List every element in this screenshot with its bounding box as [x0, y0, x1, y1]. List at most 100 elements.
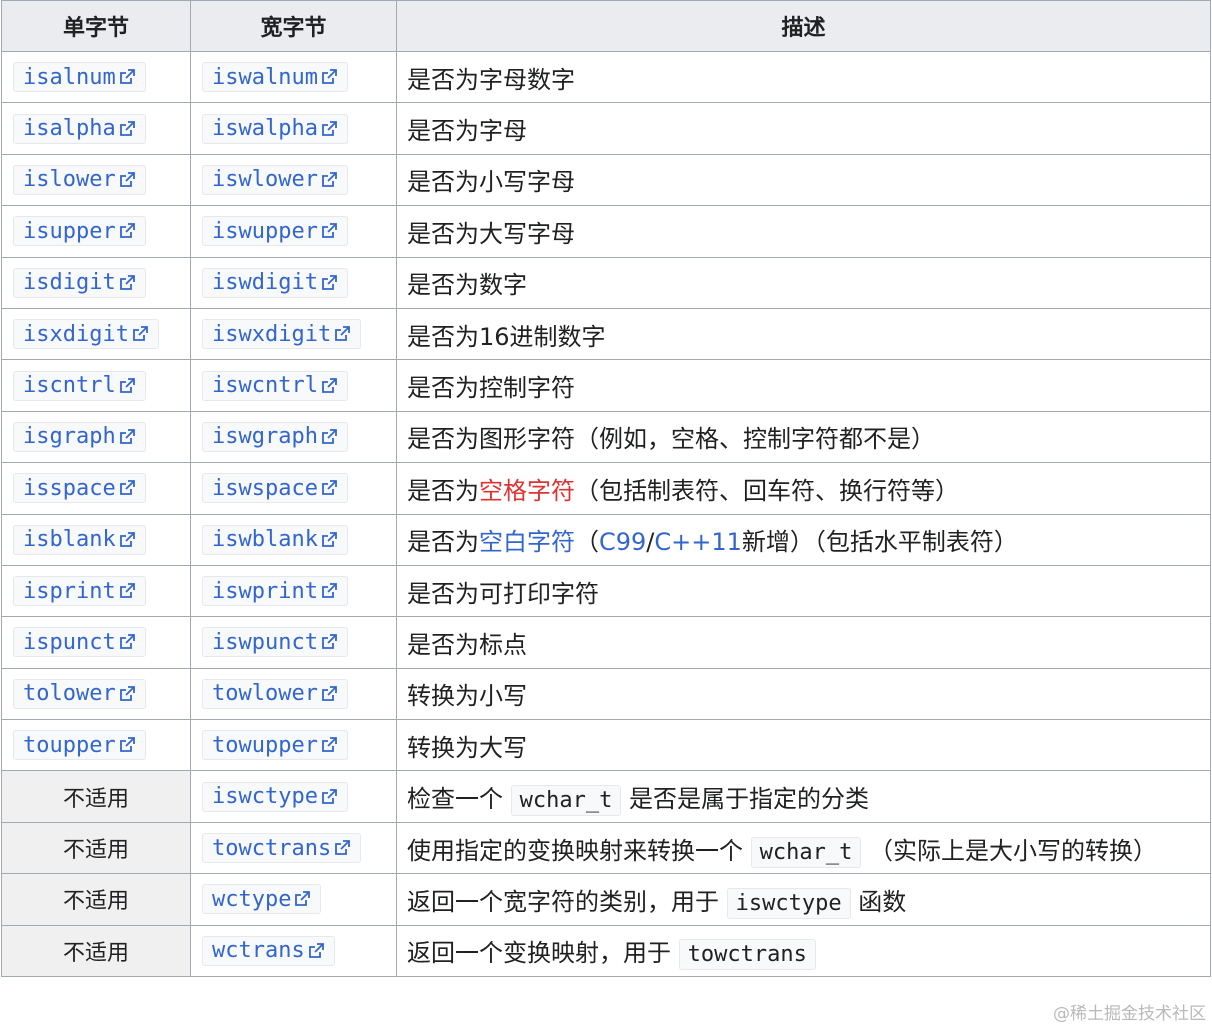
single-byte-function-link[interactable]: isxdigit [13, 319, 159, 350]
wide-byte-function-link[interactable]: iswupper [202, 216, 348, 247]
description-text: 是否为数字 [407, 271, 527, 300]
table-row: 不适用 wctype 返回一个宽字符的类别，用于 iswctype 函数 [1, 873, 1211, 926]
single-byte-function-link[interactable]: isalnum [13, 62, 146, 93]
single-byte-function-link[interactable]: isupper [13, 216, 146, 247]
function-name: isprint [23, 578, 116, 604]
wide-byte-function-link[interactable]: wctype [202, 884, 322, 915]
function-name: iswpunct [212, 629, 318, 655]
single-byte-function-link[interactable]: isdigit [13, 267, 146, 298]
watermark: @稀土掘金技术社区 [1053, 1004, 1206, 1024]
function-name: iswalnum [212, 64, 318, 90]
wide-byte-function-link[interactable]: iswprint [202, 576, 348, 607]
description-text: 新增）（包括水平制表符） [741, 528, 1018, 557]
description-text: 是否是属于指定的分类 [629, 785, 869, 814]
wide-byte-cell: iswctype [190, 770, 397, 823]
wide-byte-function-link[interactable]: iswpunct [202, 627, 348, 658]
description-text: 检查一个 [407, 785, 503, 814]
description-cell: 是否为小写字母 [396, 153, 1211, 207]
wide-byte-function-link[interactable]: iswspace [202, 473, 348, 504]
wide-byte-cell: iswdigit [190, 256, 397, 309]
single-byte-cell: isspace [1, 462, 191, 515]
wide-byte-function-link[interactable]: iswblank [202, 524, 348, 555]
wide-byte-function-link[interactable]: wctrans [202, 935, 335, 966]
table-row: isupper iswupper 是否为大写字母 [1, 205, 1211, 258]
inline-code: towctrans [678, 939, 816, 971]
wide-byte-function-link[interactable]: iswxdigit [202, 319, 362, 350]
function-name: towctrans [212, 835, 332, 861]
single-byte-function-link[interactable]: isgraph [13, 421, 146, 452]
description-cell: 是否为标点 [396, 616, 1211, 669]
function-name: towupper [212, 732, 318, 758]
blank-char-link[interactable]: 空白字符 [479, 528, 575, 556]
function-name: wctype [212, 886, 292, 912]
single-byte-cell: isgraph [1, 410, 191, 464]
c99-link[interactable]: C99 [599, 528, 646, 556]
table-row: isprint iswprint 是否为可打印字符 [1, 564, 1211, 618]
external-link-icon [118, 377, 136, 395]
description-text: 返回一个宽字符的类别，用于 [407, 887, 719, 916]
wide-byte-cell: towctrans [190, 821, 397, 875]
function-name: isalnum [23, 64, 116, 90]
header-wide-byte: 宽字节 [190, 0, 397, 52]
external-link-icon [118, 736, 136, 754]
external-link-icon [320, 531, 338, 549]
single-byte-cell: isupper [1, 205, 191, 258]
single-byte-function-link[interactable]: toupper [13, 730, 146, 761]
wide-byte-function-link[interactable]: iswctype [202, 781, 348, 812]
wide-byte-cell: iswalpha [190, 102, 397, 155]
description-cell: 返回一个宽字符的类别，用于 iswctype 函数 [396, 873, 1211, 926]
wide-byte-function-link[interactable]: towlower [202, 678, 348, 709]
external-link-icon [118, 222, 136, 240]
description-cell: 是否为空白字符（C99/C++11新增）（包括水平制表符） [396, 513, 1211, 566]
function-name: iswdigit [212, 270, 318, 296]
single-byte-cell: isprint [1, 564, 191, 618]
description-text: 是否为字母 [407, 117, 527, 146]
function-name: isupper [23, 218, 116, 244]
single-byte-function-link[interactable]: isalpha [13, 113, 146, 144]
wide-byte-function-link[interactable]: iswdigit [202, 267, 348, 298]
function-name: islower [23, 167, 116, 193]
description-text: （实际上是大小写的转换） [869, 836, 1157, 865]
wide-byte-function-link[interactable]: iswcntrl [202, 370, 348, 401]
description-text: 返回一个变换映射，用于 [407, 939, 671, 968]
whitespace-char-link[interactable]: 空格字符 [479, 477, 575, 505]
description-text: 使用指定的变换映射来转换一个 [407, 836, 743, 865]
wide-byte-function-link[interactable]: towupper [202, 730, 348, 761]
inline-code: wchar_t [750, 836, 862, 868]
ctype-functions-table: 单字节 宽字节 描述 isalnum iswalnum 是否为字母数字 isalpha… [1, 0, 1211, 978]
description-cell: 转换为大写 [396, 719, 1211, 772]
wide-byte-function-link[interactable]: iswgraph [202, 421, 348, 452]
single-byte-function-link[interactable]: ispunct [13, 627, 146, 658]
single-byte-function-link[interactable]: isprint [13, 576, 146, 607]
function-name: iswupper [212, 218, 318, 244]
single-byte-cell: isxdigit [1, 307, 191, 361]
wide-byte-function-link[interactable]: iswalnum [202, 62, 348, 93]
table-row: toupper towupper 转换为大写 [1, 719, 1211, 772]
wide-byte-function-link[interactable]: iswalpha [202, 113, 348, 144]
function-name: towlower [212, 681, 318, 707]
external-link-icon [118, 68, 136, 86]
description-cell: 是否为控制字符 [396, 359, 1211, 412]
function-name: wctrans [212, 938, 305, 964]
header-single-byte: 单字节 [1, 0, 191, 52]
table-row: tolower towlower 转换为小写 [1, 667, 1211, 721]
function-name: isalpha [23, 116, 116, 142]
single-byte-function-link[interactable]: tolower [13, 678, 146, 709]
cpp11-link[interactable]: C++11 [654, 528, 742, 556]
description-cell: 转换为小写 [396, 667, 1211, 721]
table-row: ispunct iswpunct 是否为标点 [1, 616, 1211, 669]
single-byte-function-link[interactable]: isblank [13, 524, 146, 555]
single-byte-cell: ispunct [1, 616, 191, 669]
wide-byte-cell: iswxdigit [190, 307, 397, 361]
function-name: isgraph [23, 424, 116, 450]
single-byte-function-link[interactable]: islower [13, 164, 146, 195]
table-row: isxdigit iswxdigit 是否为16进制数字 [1, 307, 1211, 361]
function-name: iscntrl [23, 373, 116, 399]
description-text: 是否为小写字母 [407, 168, 575, 197]
single-byte-function-link[interactable]: iscntrl [13, 370, 146, 401]
wide-byte-function-link[interactable]: iswlower [202, 164, 348, 195]
single-byte-function-link[interactable]: isspace [13, 473, 146, 504]
function-name: iswalpha [212, 116, 318, 142]
wide-byte-function-link[interactable]: towctrans [202, 833, 362, 864]
wide-byte-cell: towupper [190, 719, 397, 772]
